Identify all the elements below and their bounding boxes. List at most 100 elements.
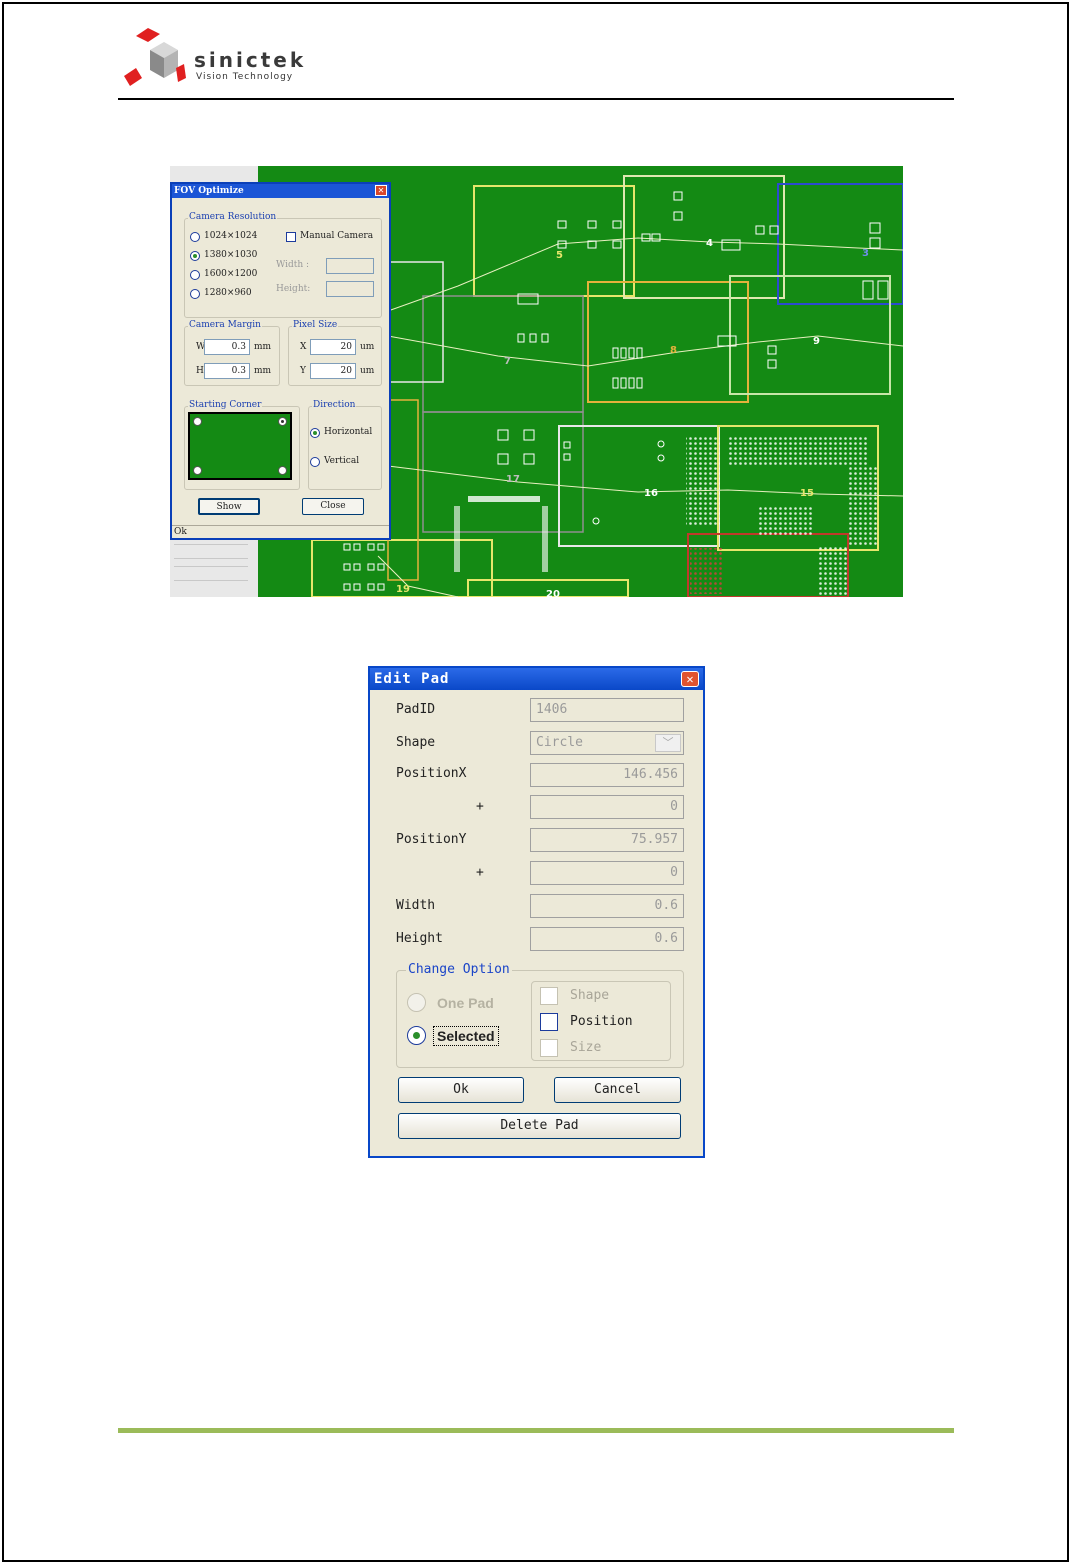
height-label: Height:	[276, 284, 311, 294]
camera-resolution-label: Camera Resolution	[188, 212, 278, 222]
position-y-offset-label: +	[476, 865, 484, 880]
horizontal-radio[interactable]	[310, 428, 320, 438]
pixel-y-unit: um	[360, 366, 375, 376]
corner-top-right[interactable]	[278, 417, 287, 426]
pixel-size-label: Pixel Size	[292, 320, 339, 330]
camera-height-input[interactable]	[326, 281, 374, 297]
height-field[interactable]: 0.6	[530, 927, 684, 951]
pad-id-label: PadID	[396, 702, 436, 717]
position-x-offset-field[interactable]: 0	[530, 795, 684, 819]
direction-label: Direction	[312, 400, 357, 410]
delete-pad-button[interactable]: Delete Pad	[398, 1113, 681, 1139]
shape-label: Shape	[396, 735, 436, 750]
pixel-x-label: X	[300, 342, 307, 352]
camera-width-input[interactable]	[326, 258, 374, 274]
ok-button[interactable]: Ok	[398, 1077, 524, 1103]
resolution-1380-label: 1380×1030	[204, 250, 258, 260]
margin-h-input[interactable]: 0.3	[204, 363, 250, 379]
position-x-offset-label: +	[476, 799, 484, 814]
position-y-offset-field[interactable]: 0	[530, 861, 684, 885]
fov-label-8: 8	[670, 345, 677, 356]
margin-h-label: H	[196, 366, 204, 376]
pixel-y-input[interactable]: 20	[310, 363, 356, 379]
change-option-label: Change Option	[406, 962, 512, 977]
cancel-button[interactable]: Cancel	[554, 1077, 681, 1103]
margin-w-unit: mm	[254, 342, 272, 352]
starting-corner-label: Starting Corner	[188, 400, 263, 410]
resolution-1600-label: 1600×1200	[204, 269, 258, 279]
edit-pad-dialog: Edit Pad ✕ PadID 1406 Shape Circle ﹀ Pos…	[368, 666, 705, 1158]
resolution-1600-radio[interactable]	[190, 270, 200, 280]
edit-pad-title: Edit Pad	[370, 668, 703, 690]
fov-label-15: 15	[800, 488, 814, 499]
manual-camera-checkbox[interactable]	[286, 232, 296, 242]
position-x-field[interactable]: 146.456	[530, 763, 684, 787]
show-button[interactable]: Show	[198, 498, 260, 515]
shape-select-value: Circle	[536, 735, 583, 750]
camera-margin-label: Camera Margin	[188, 320, 262, 330]
size-checkbox-label: Size	[570, 1040, 602, 1055]
fov-label-9: 9	[813, 336, 820, 347]
one-pad-label: One Pad	[437, 995, 494, 1011]
footer-rule	[118, 1428, 954, 1433]
fov-numbers: 5 4 3 7 8 9 17 16 15 19 20	[396, 238, 869, 597]
shape-select[interactable]: Circle ﹀	[530, 731, 684, 755]
fov-close-icon[interactable]: ✕	[375, 185, 387, 196]
fov-label-17: 17	[506, 474, 520, 485]
height-label: Height	[396, 931, 443, 946]
fov-label-3: 3	[862, 248, 869, 259]
pixel-x-unit: um	[360, 342, 375, 352]
header-rule	[118, 98, 954, 100]
position-checkbox[interactable]	[540, 1013, 558, 1031]
cube-logo-icon	[124, 28, 186, 86]
resolution-1024-radio[interactable]	[190, 232, 200, 242]
margin-h-unit: mm	[254, 366, 272, 376]
fov-dialog-title: FOV Optimize	[172, 184, 389, 198]
shape-checkbox[interactable]	[540, 987, 558, 1005]
margin-w-input[interactable]: 0.3	[204, 339, 250, 355]
corner-top-left[interactable]	[193, 417, 202, 426]
direction-group: Direction	[308, 400, 382, 490]
resolution-1280-label: 1280×960	[204, 288, 252, 298]
resolution-1024-label: 1024×1024	[204, 231, 258, 241]
width-label: Width :	[276, 260, 310, 270]
vertical-radio[interactable]	[310, 457, 320, 467]
brand-tagline: Vision Technology	[196, 72, 294, 82]
width-field[interactable]: 0.6	[530, 894, 684, 918]
one-pad-radio[interactable]	[407, 993, 426, 1012]
fov-label-20: 20	[546, 589, 560, 597]
edit-pad-close-icon[interactable]: ✕	[681, 671, 699, 687]
position-checkbox-label: Position	[570, 1014, 633, 1029]
pad-id-field[interactable]: 1406	[530, 698, 684, 722]
position-y-label: PositionY	[396, 832, 467, 847]
corner-bottom-right[interactable]	[278, 466, 287, 475]
fov-optimize-screenshot: 5 4 3 7 8 9 17 16 15 19 20 FOV Optimize …	[170, 166, 903, 597]
fov-label-5: 5	[556, 250, 563, 261]
corner-bottom-left[interactable]	[193, 466, 202, 475]
change-fields-group: Shape Position Size	[531, 981, 671, 1061]
shape-checkbox-label: Shape	[570, 988, 610, 1003]
fov-optimize-dialog: FOV Optimize ✕ Camera Resolution 1024×10…	[170, 182, 391, 540]
size-checkbox[interactable]	[540, 1039, 558, 1057]
starting-corner-picker[interactable]	[188, 412, 292, 480]
brand-name: sinictek	[194, 48, 307, 72]
pixel-x-input[interactable]: 20	[310, 339, 356, 355]
pixel-y-label: Y	[300, 366, 306, 376]
resolution-1280-radio[interactable]	[190, 289, 200, 299]
horizontal-label: Horizontal	[324, 427, 373, 437]
manual-camera-label: Manual Camera	[300, 231, 374, 241]
sinictek-logo: sinictek Vision Technology	[120, 22, 320, 94]
selected-radio[interactable]	[407, 1026, 426, 1045]
chevron-down-icon[interactable]: ﹀	[655, 734, 681, 752]
fov-label-4: 4	[706, 238, 713, 249]
vertical-label: Vertical	[324, 456, 360, 466]
fov-label-16: 16	[644, 488, 658, 499]
status-bar: Ok	[172, 525, 389, 538]
position-x-label: PositionX	[396, 766, 467, 781]
close-button[interactable]: Close	[302, 498, 364, 515]
fov-label-19: 19	[396, 584, 410, 595]
width-label: Width	[396, 898, 436, 913]
position-y-field[interactable]: 75.957	[530, 828, 684, 852]
selected-label: Selected	[433, 1026, 499, 1046]
resolution-1380-radio[interactable]	[190, 251, 200, 261]
